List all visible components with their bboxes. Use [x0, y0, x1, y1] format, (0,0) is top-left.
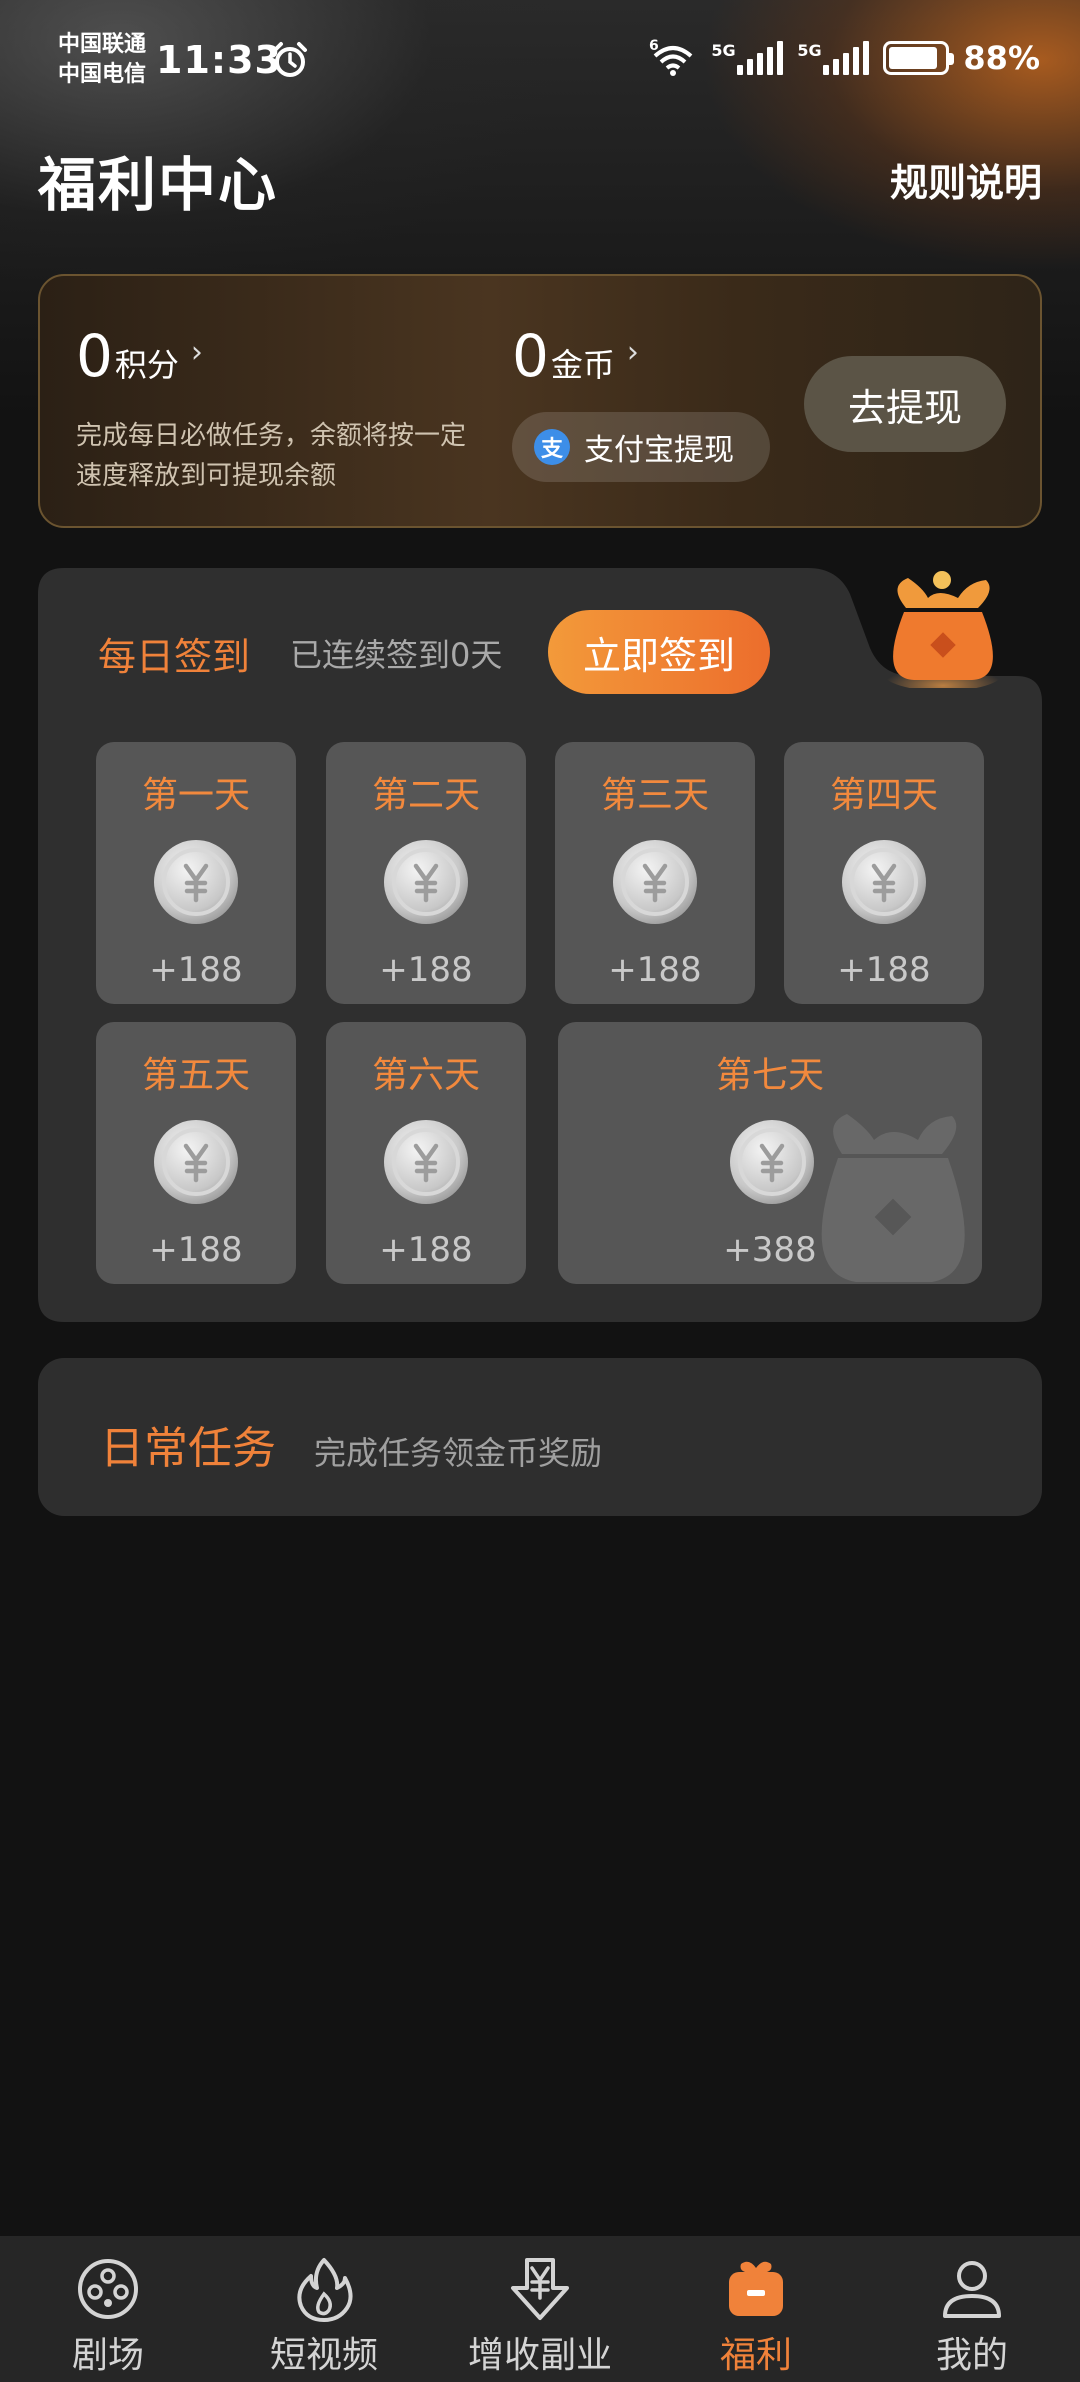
signin-day[interactable]: 第六天 +188 — [326, 1022, 526, 1284]
nav-label: 短视频 — [269, 2335, 378, 2376]
day-label: 第四天 — [829, 775, 938, 816]
day-reward: +188 — [837, 950, 931, 990]
chevron-right-icon: › — [190, 335, 203, 370]
signin-day[interactable]: 第三天 +188 — [555, 742, 755, 1004]
signin-day[interactable]: 第一天 +188 — [96, 742, 296, 1004]
silver-coin-icon — [382, 1118, 470, 1206]
page-title: 福利中心 — [38, 151, 279, 219]
signin-day[interactable]: 第四天 +188 — [784, 742, 984, 1004]
day-label: 第六天 — [371, 1055, 480, 1096]
balance-description: 完成每日必做任务，余额将按一定速度释放到可提现余额 — [76, 421, 467, 491]
coins-value: 0 — [512, 322, 549, 390]
status-icons: 6 5G 5G 88% — [649, 38, 1040, 78]
bottom-nav: 剧场 短视频 增收副业 福利 我的 — [0, 2236, 1080, 2382]
day-reward: +188 — [379, 950, 473, 990]
battery-icon — [883, 41, 955, 75]
nav-label: 剧场 — [71, 2335, 144, 2376]
coins-unit: 金币 — [550, 346, 615, 384]
day-label: 第五天 — [141, 1055, 250, 1096]
day-reward: +188 — [608, 950, 702, 990]
signin-day[interactable]: 第五天 +188 — [96, 1022, 296, 1284]
withdraw-button[interactable]: 去提现 — [804, 356, 1006, 452]
user-icon — [943, 2261, 1001, 2318]
points-link[interactable]: 0 积分 › — [76, 322, 203, 390]
signin-streak: 已连续签到0天 — [290, 636, 503, 674]
tasks-title: 日常任务 — [100, 1423, 276, 1474]
day-reward: +188 — [149, 950, 243, 990]
day-label: 第一天 — [141, 775, 250, 816]
daily-tasks-section[interactable]: 日常任务 完成任务领金币奖励 — [38, 1358, 1042, 1516]
nav-item-welfare[interactable]: 福利 — [648, 2236, 864, 2382]
signin-title: 每日签到 — [98, 635, 251, 679]
sim2-signal-icon: 5G — [797, 41, 870, 75]
status-bar: 中国联通 中国电信 11:33 6 5G 5G 88% — [0, 0, 1080, 130]
day-reward: +188 — [149, 1230, 243, 1270]
silver-coin-icon — [152, 1118, 240, 1206]
silver-coin-icon — [382, 838, 470, 926]
lucky-bag-icon — [883, 571, 1003, 688]
alipay-withdraw-button[interactable]: 支 支付宝提现 — [512, 412, 770, 482]
nav-label: 增收副业 — [467, 2335, 612, 2376]
silver-coin-icon — [840, 838, 928, 926]
carrier-2: 中国电信 — [58, 62, 147, 87]
flame-icon — [297, 2258, 353, 2322]
rules-button[interactable]: 规则说明 — [890, 152, 1042, 207]
nav-item-theater[interactable]: 剧场 — [0, 2236, 216, 2382]
day-label: 第七天 — [715, 1055, 824, 1096]
daily-signin-card: 每日签到 已连续签到0天 立即签到 第一天 +188 第二天 +188 第三天 … — [38, 568, 1042, 1322]
day-label: 第三天 — [600, 775, 709, 816]
yuan-download-icon — [511, 2258, 569, 2320]
signin-day[interactable]: 第二天 +188 — [326, 742, 526, 1004]
nav-item-side-income[interactable]: 增收副业 — [432, 2236, 648, 2382]
points-unit: 积分 — [114, 346, 179, 384]
silver-coin-icon — [152, 838, 240, 926]
day-reward: +188 — [379, 1230, 473, 1270]
clock: 11:33 — [156, 38, 282, 82]
nav-item-short-video[interactable]: 短视频 — [216, 2236, 432, 2382]
coins-link[interactable]: 0 金币 › — [512, 322, 639, 390]
battery-percent: 88% — [963, 39, 1040, 77]
gift-box-icon — [729, 2261, 783, 2316]
tasks-subtitle: 完成任务领金币奖励 — [314, 1434, 603, 1472]
alipay-icon: 支 — [534, 429, 570, 465]
alarm-icon — [273, 42, 307, 77]
points-value: 0 — [76, 322, 113, 390]
signin-day-7[interactable]: 第七天 +388 — [558, 1022, 982, 1284]
carrier-1: 中国联通 — [58, 32, 147, 57]
wifi-icon: 6 — [649, 38, 693, 76]
alipay-withdraw-label: 支付宝提现 — [584, 433, 734, 468]
sim1-signal-icon: 5G — [711, 41, 784, 75]
chevron-right-icon: › — [626, 335, 639, 370]
nav-label: 我的 — [935, 2335, 1008, 2376]
signin-now-button[interactable]: 立即签到 — [548, 610, 770, 694]
day-label: 第二天 — [371, 775, 480, 816]
nav-item-mine[interactable]: 我的 — [864, 2236, 1080, 2382]
silver-coin-icon — [728, 1118, 816, 1206]
day-reward: +388 — [723, 1230, 817, 1270]
silver-coin-icon — [611, 838, 699, 926]
film-reel-icon — [78, 2259, 138, 2319]
balance-card: 0 积分 › 完成每日必做任务，余额将按一定速度释放到可提现余额 0 金币 › … — [38, 274, 1042, 528]
carrier-names: 中国联通 中国电信 — [58, 30, 146, 90]
nav-label: 福利 — [719, 2335, 792, 2376]
